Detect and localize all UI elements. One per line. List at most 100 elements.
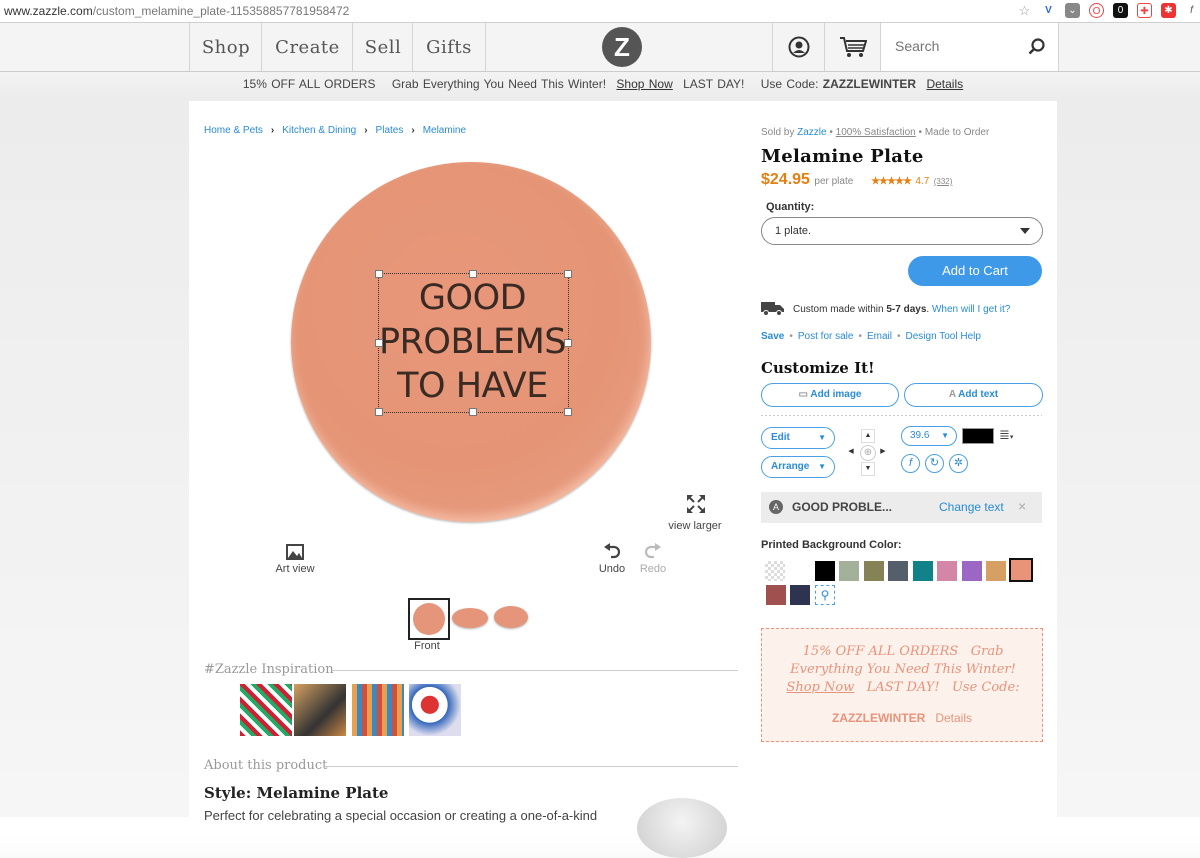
font-icon[interactable]: f xyxy=(901,454,920,473)
thumbnail-angle-2[interactable] xyxy=(494,606,528,628)
extension-f-icon[interactable]: f xyxy=(1184,3,1199,18)
review-count-link[interactable]: (332) xyxy=(934,177,953,186)
email-link[interactable]: Email xyxy=(867,331,892,342)
selected-layer-bar[interactable]: A GOOD PROBLE... Change text × xyxy=(761,492,1042,523)
undo-icon[interactable] xyxy=(603,543,621,559)
add-text-button[interactable]: A Add text xyxy=(904,383,1043,407)
resize-handle[interactable] xyxy=(375,339,383,347)
resize-handle[interactable] xyxy=(469,408,477,416)
search-input[interactable] xyxy=(893,37,1017,55)
inspiration-image-3[interactable] xyxy=(352,684,404,736)
resize-handle[interactable] xyxy=(375,270,383,278)
nav-shop[interactable]: Shop xyxy=(189,23,262,71)
save-link[interactable]: Save xyxy=(761,331,784,342)
thumbnail-front[interactable] xyxy=(408,598,450,640)
sold-by: Sold by Zazzle • 100% Satisfaction • Mad… xyxy=(761,127,989,138)
eyedropper-icon[interactable]: ⚲ xyxy=(815,585,835,605)
nudge-down-button[interactable]: ▼ xyxy=(861,462,875,476)
product-title: Melamine Plate xyxy=(761,146,924,167)
undo-label[interactable]: Undo xyxy=(592,563,632,575)
redo-label[interactable]: Redo xyxy=(633,563,673,575)
thumbnail-angle-1[interactable] xyxy=(452,608,488,628)
art-view-icon[interactable] xyxy=(286,544,304,560)
swatch-tan[interactable] xyxy=(986,561,1006,581)
extension-star-icon[interactable]: ✱ xyxy=(1161,3,1176,18)
nav-sell[interactable]: Sell xyxy=(352,23,413,71)
extension-0-icon[interactable]: 0 xyxy=(1113,3,1128,18)
settings-icon[interactable]: ✲ xyxy=(949,454,968,473)
seller-link[interactable]: Zazzle xyxy=(797,127,826,138)
swatch-olive[interactable] xyxy=(864,561,884,581)
account-icon[interactable] xyxy=(772,23,825,71)
change-text-link[interactable]: Change text xyxy=(939,500,1004,514)
promo-shop-now-link[interactable]: Shop Now xyxy=(616,77,672,91)
browser-url-bar[interactable]: www.zazzle.com/custom_melamine_plate-115… xyxy=(0,0,1200,23)
promo-details-link[interactable]: Details xyxy=(926,77,963,91)
arrange-dropdown[interactable]: Arrange ▼ xyxy=(761,456,835,478)
resize-handle[interactable] xyxy=(564,408,572,416)
swatch-slate[interactable] xyxy=(888,561,908,581)
swatch-white[interactable] xyxy=(790,561,810,581)
breadcrumb-home-pets[interactable]: Home & Pets xyxy=(204,125,263,136)
resize-handle[interactable] xyxy=(564,339,572,347)
inspiration-image-4[interactable] xyxy=(409,684,461,736)
nudge-left-button[interactable]: ◀ xyxy=(845,446,857,458)
when-link[interactable]: When will I get it? xyxy=(932,304,1010,315)
center-icon[interactable]: ⊕ xyxy=(860,445,876,461)
add-to-cart-button[interactable]: Add to Cart xyxy=(908,256,1042,286)
breadcrumb-melamine[interactable]: Melamine xyxy=(423,125,466,136)
post-for-sale-link[interactable]: Post for sale xyxy=(798,331,854,342)
coupon-details-link[interactable]: Details xyxy=(935,711,972,725)
breadcrumb-kitchen-dining[interactable]: Kitchen & Dining xyxy=(282,125,356,136)
pocket-icon[interactable]: ⌄ xyxy=(1065,3,1080,18)
coupon-shop-now-link[interactable]: Shop Now xyxy=(786,680,854,695)
add-image-button[interactable]: ▭ Add image xyxy=(761,383,899,407)
swatch-teal[interactable] xyxy=(913,561,933,581)
text-selection-box[interactable] xyxy=(375,270,572,416)
shipping-text: Custom made within xyxy=(793,304,884,315)
curve-icon[interactable]: ↻ xyxy=(925,454,944,473)
swatch-transparent[interactable] xyxy=(765,561,785,581)
satisfaction-link[interactable]: 100% Satisfaction xyxy=(836,127,916,138)
view-larger-link[interactable]: view larger xyxy=(665,520,725,532)
resize-handle[interactable] xyxy=(564,270,572,278)
nudge-right-button[interactable]: ▶ xyxy=(877,446,889,458)
swatch-black[interactable] xyxy=(815,561,835,581)
url-text[interactable]: www.zazzle.com/custom_melamine_plate-115… xyxy=(4,4,349,18)
extension-v-icon[interactable]: V xyxy=(1041,3,1056,18)
zazzle-logo[interactable]: Z xyxy=(602,27,642,67)
rating-stars-icon[interactable]: ★★★★★ xyxy=(871,176,912,187)
swatch-purple[interactable] xyxy=(962,561,982,581)
swatch-pink[interactable] xyxy=(937,561,957,581)
expand-icon[interactable] xyxy=(686,494,706,514)
swatch-sage[interactable] xyxy=(839,561,859,581)
quantity-select[interactable]: 1 plate. xyxy=(761,217,1043,245)
text-color-swatch[interactable] xyxy=(962,428,994,444)
swatch-coral-selected[interactable] xyxy=(1009,558,1033,582)
swatch-brick[interactable] xyxy=(766,585,786,605)
opera-icon[interactable]: O xyxy=(1089,3,1104,18)
redo-icon[interactable] xyxy=(644,543,662,559)
font-size-dropdown[interactable]: 39.6 ▼ xyxy=(901,426,957,446)
site-header: Shop Create Sell Gifts Z xyxy=(0,23,1200,72)
nudge-up-button[interactable]: ▲ xyxy=(861,429,875,443)
swatch-navy[interactable] xyxy=(790,585,810,605)
search-box[interactable] xyxy=(880,23,1059,71)
design-tool-help-link[interactable]: Design Tool Help xyxy=(906,331,981,342)
close-icon[interactable]: × xyxy=(1018,498,1026,514)
resize-handle[interactable] xyxy=(375,408,383,416)
cart-icon[interactable] xyxy=(824,23,881,71)
nav-create[interactable]: Create xyxy=(261,23,353,71)
extension-cross-icon[interactable]: ✚ xyxy=(1137,3,1152,18)
nav-gifts[interactable]: Gifts xyxy=(412,23,486,71)
breadcrumb-plates[interactable]: Plates xyxy=(376,125,404,136)
align-icon[interactable]: ≣▾ xyxy=(999,427,1013,443)
edit-dropdown[interactable]: Edit ▼ xyxy=(761,427,835,449)
inspiration-image-2[interactable] xyxy=(294,684,346,736)
resize-handle[interactable] xyxy=(469,270,477,278)
inspiration-image-1[interactable] xyxy=(240,684,292,736)
art-view-label[interactable]: Art view xyxy=(265,563,325,575)
search-icon[interactable] xyxy=(1028,38,1046,56)
coupon-use-code: Use Code: xyxy=(951,680,1020,695)
bookmark-star-icon[interactable]: ☆ xyxy=(1017,3,1032,18)
